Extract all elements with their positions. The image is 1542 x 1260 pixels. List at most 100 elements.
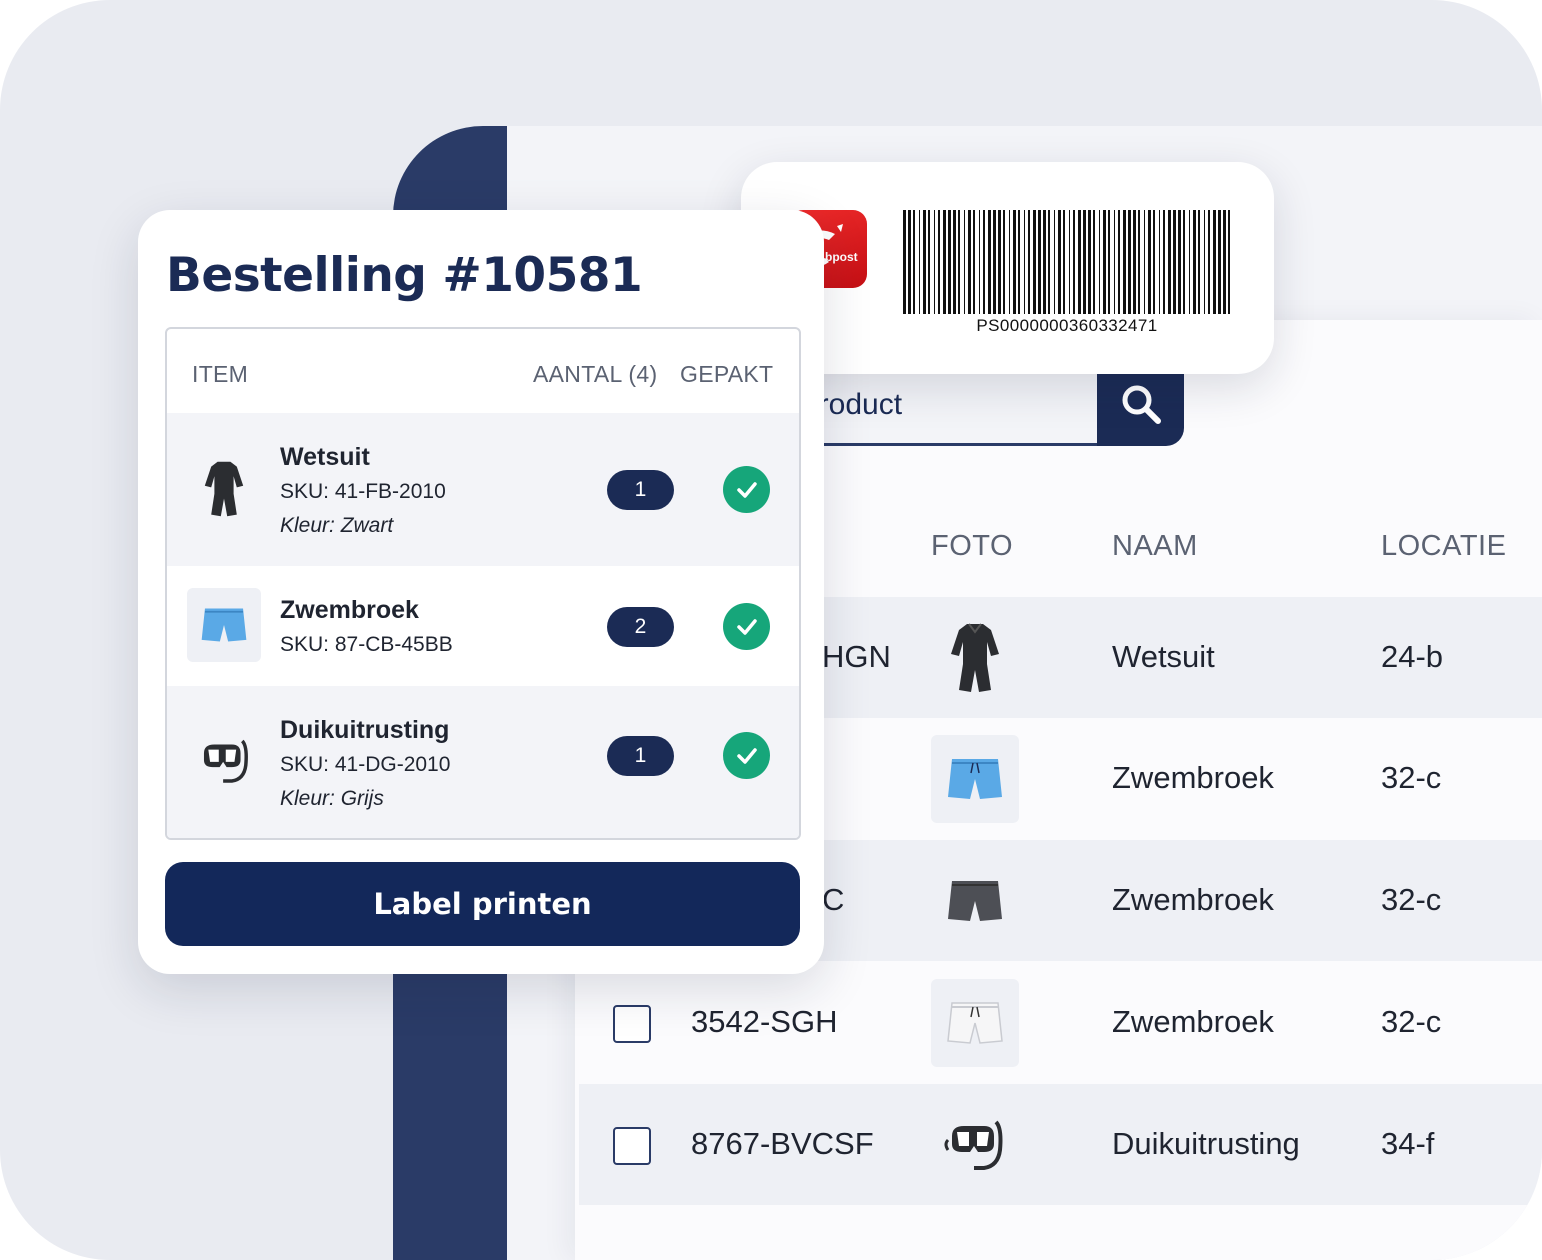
barcode-bar bbox=[1103, 210, 1106, 314]
row-location: 34-f bbox=[1381, 1126, 1435, 1161]
barcode-bar bbox=[1218, 210, 1221, 314]
table-row[interactable]: 8767-BVCSF Duikuitrusting 34-f bbox=[579, 1084, 1542, 1205]
barcode-bar bbox=[958, 210, 960, 314]
row-location: 24-b bbox=[1381, 639, 1444, 674]
swim-shorts-blue-icon bbox=[948, 759, 1002, 799]
barcode-bar bbox=[1058, 210, 1061, 314]
barcode-bar bbox=[913, 210, 915, 314]
barcode-bar bbox=[934, 210, 935, 314]
column-header-naam: NAAM bbox=[1112, 530, 1198, 562]
barcode-bar bbox=[1148, 210, 1151, 314]
barcode-bar bbox=[908, 210, 911, 314]
barcode-bar bbox=[1228, 210, 1230, 314]
row-code: 3542-SGH bbox=[691, 1004, 838, 1039]
barcode-bar bbox=[923, 210, 926, 314]
item-color: Kleur: Zwart bbox=[280, 514, 394, 537]
search-button[interactable] bbox=[1097, 362, 1184, 446]
row-checkbox[interactable] bbox=[613, 1127, 651, 1165]
search-input[interactable]: product bbox=[780, 362, 1098, 446]
barcode-bar bbox=[1213, 210, 1216, 314]
wetsuit-icon bbox=[951, 623, 999, 692]
barcode-bar bbox=[1043, 210, 1046, 314]
packed-check[interactable] bbox=[723, 732, 770, 779]
column-header-item: ITEM bbox=[192, 361, 249, 387]
order-item-row[interactable]: Zwembroek SKU: 87-CB-45BB 2 bbox=[167, 566, 799, 686]
order-items-table: ITEM AANTAL (4) GEPAKT Wetsuit SKU: 41-F… bbox=[165, 327, 801, 840]
quantity-badge: 1 bbox=[607, 470, 674, 510]
barcode-bar bbox=[1099, 210, 1100, 314]
barcode-bar bbox=[964, 210, 965, 314]
row-code: C bbox=[822, 882, 845, 917]
barcode-bar bbox=[1108, 210, 1110, 314]
bpost-logo-text: bpost bbox=[825, 250, 858, 264]
barcode-bar bbox=[1088, 210, 1091, 314]
order-title: Bestelling #10581 bbox=[166, 248, 643, 303]
barcode-bar bbox=[1183, 210, 1185, 314]
barcode-bar bbox=[1028, 210, 1030, 314]
barcode-bar bbox=[1189, 210, 1190, 314]
barcode-bar bbox=[943, 210, 946, 314]
barcode bbox=[903, 210, 1230, 314]
barcode-bar bbox=[988, 210, 991, 314]
row-code: 8767-BVCSF bbox=[691, 1126, 874, 1161]
barcode-bar bbox=[1133, 210, 1136, 314]
barcode-bar bbox=[1204, 210, 1205, 314]
swim-shorts-icon bbox=[201, 608, 247, 642]
swim-shorts-grey-icon bbox=[948, 881, 1002, 921]
product-photo bbox=[931, 735, 1019, 823]
barcode-bar bbox=[1054, 210, 1055, 314]
barcode-bar bbox=[1078, 210, 1081, 314]
barcode-bar bbox=[1024, 210, 1025, 314]
item-name: Zwembroek bbox=[280, 596, 419, 624]
row-name: Zwembroek bbox=[1112, 882, 1274, 917]
order-card: Bestelling #10581 ITEM AANTAL (4) GEPAKT… bbox=[138, 210, 824, 974]
barcode-bar bbox=[1038, 210, 1041, 314]
table-row[interactable]: 3542-SGH Zwembroek 32-c bbox=[579, 962, 1542, 1083]
order-item-row[interactable]: Duikuitrusting SKU: 41-DG-2010 Kleur: Gr… bbox=[167, 686, 799, 838]
barcode-bar bbox=[953, 210, 956, 314]
order-table-header: ITEM AANTAL (4) GEPAKT bbox=[167, 329, 799, 413]
barcode-bar bbox=[973, 210, 975, 314]
barcode-bar bbox=[928, 210, 930, 314]
barcode-bar bbox=[1048, 210, 1050, 314]
barcode-bar bbox=[1144, 210, 1145, 314]
order-item-row[interactable]: Wetsuit SKU: 41-FB-2010 Kleur: Zwart 1 bbox=[167, 413, 799, 566]
barcode-bar bbox=[1163, 210, 1165, 314]
barcode-bar bbox=[919, 210, 920, 314]
snorkel-mask-icon bbox=[203, 739, 248, 783]
product-search: product bbox=[780, 362, 1184, 446]
item-name: Duikuitrusting bbox=[280, 716, 450, 744]
barcode-bar bbox=[993, 210, 996, 314]
barcode-bar bbox=[1063, 210, 1065, 314]
column-header-foto: FOTO bbox=[931, 530, 1014, 562]
barcode-bar bbox=[938, 210, 940, 314]
column-header-gepakt: GEPAKT bbox=[680, 361, 774, 387]
row-location: 32-c bbox=[1381, 1004, 1442, 1039]
product-photo bbox=[931, 857, 1019, 945]
column-header-aantal: AANTAL (4) bbox=[533, 361, 658, 387]
barcode-bar bbox=[1208, 210, 1210, 314]
row-name: Zwembroek bbox=[1112, 760, 1274, 795]
checkmark-icon bbox=[736, 747, 757, 764]
barcode-bar bbox=[1093, 210, 1095, 314]
barcode-bar bbox=[1003, 210, 1005, 314]
barcode-bar bbox=[903, 210, 906, 314]
barcode-bar bbox=[1123, 210, 1126, 314]
barcode-bar bbox=[998, 210, 1001, 314]
barcode-bar bbox=[1178, 210, 1181, 314]
checkmark-icon bbox=[736, 618, 757, 635]
snorkel-mask-icon bbox=[944, 1120, 1003, 1170]
print-label-button[interactable]: Label printen bbox=[165, 862, 800, 946]
row-name: Wetsuit bbox=[1112, 639, 1215, 674]
wetsuit-icon bbox=[204, 461, 244, 517]
barcode-bar bbox=[1018, 210, 1020, 314]
barcode-bar bbox=[1153, 210, 1155, 314]
item-name: Wetsuit bbox=[280, 443, 370, 471]
packed-check[interactable] bbox=[723, 466, 770, 513]
row-code: HGN bbox=[822, 639, 891, 674]
barcode-bar bbox=[968, 210, 971, 314]
packed-check[interactable] bbox=[723, 603, 770, 650]
row-name: Duikuitrusting bbox=[1112, 1126, 1300, 1161]
barcode-bar bbox=[948, 210, 951, 314]
row-checkbox[interactable] bbox=[613, 1005, 651, 1043]
